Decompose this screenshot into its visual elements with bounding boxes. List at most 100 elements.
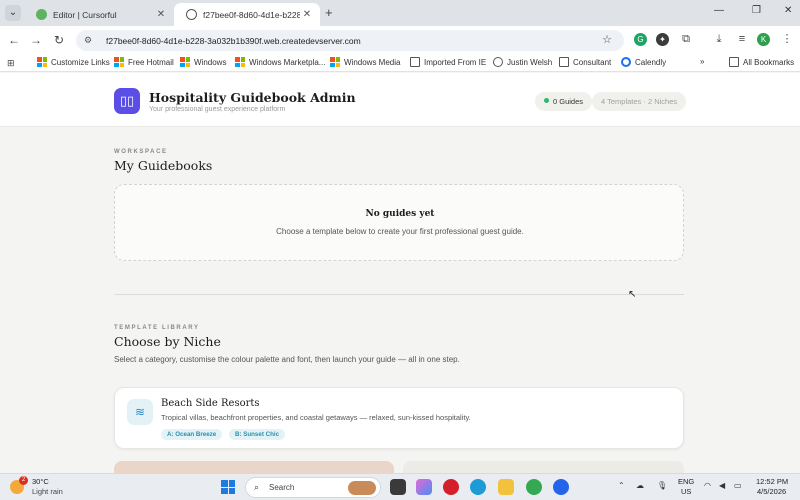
app-header: ▯▯ Hospitality Guidebook Admin Your prof… — [0, 73, 800, 127]
language-indicator-line1[interactable]: ENG — [678, 477, 694, 486]
windows-logo-icon — [180, 57, 190, 67]
niche-title: Beach Side Resorts — [161, 398, 260, 409]
globe-favicon-icon — [186, 9, 197, 20]
book-logo-icon: ▯▯ — [114, 88, 140, 114]
library-description: Select a category, customise the colour … — [114, 355, 460, 364]
battery-icon[interactable]: ▭ — [734, 481, 742, 490]
tab-title: f27bee0f-8d60-4d1e-b228-3a0 — [203, 9, 300, 20]
minimize-icon[interactable]: — — [714, 5, 724, 16]
bookmark-label: Justin Welsh — [507, 57, 553, 67]
downloads-icon[interactable]: ⤓ — [712, 33, 726, 46]
bookmark-windows-marketplace[interactable]: Windows Marketpla... — [235, 57, 325, 67]
bookmark-label: All Bookmarks — [743, 57, 795, 67]
bookmark-customize-links[interactable]: Customize Links — [37, 57, 110, 67]
bookmark-free-hotmail[interactable]: Free Hotmail — [114, 57, 174, 67]
cursorful-favicon-icon — [36, 9, 47, 20]
clock-date[interactable]: 4/5/2026 — [757, 487, 786, 496]
copilot-icon[interactable] — [416, 479, 432, 495]
empty-guides-state: No guides yet Choose a template below to… — [114, 184, 684, 261]
cursorful-extension-icon[interactable]: ✦ — [656, 33, 669, 46]
taskbar-search[interactable]: ⌕ Search — [245, 477, 381, 498]
bookmark-label: Windows Media — [344, 57, 401, 67]
browser-tab-strip: ⌄ Editor | Cursorful ✕ f27bee0f-8d60-4d1… — [0, 0, 800, 26]
templates-stats-badge: 4 Templates · 2 Niches — [592, 92, 687, 111]
grammarly-extension-icon[interactable]: G — [634, 33, 647, 46]
restore-icon[interactable]: ❐ — [752, 5, 761, 16]
show-hidden-icons-chevron-icon[interactable]: ⌃ — [618, 481, 625, 490]
browser-menu-icon[interactable]: ⋮ — [780, 33, 794, 46]
bookmark-label: Windows — [194, 57, 227, 67]
onedrive-cloud-icon[interactable]: ☁ — [636, 481, 644, 490]
volume-icon[interactable]: ◀ — [719, 481, 725, 490]
apps-grid-icon[interactable]: ⊞ — [7, 58, 15, 69]
calendly-icon — [621, 57, 631, 67]
guides-count-label: 0 Guides — [553, 97, 584, 106]
all-bookmarks[interactable]: All Bookmarks — [729, 57, 794, 67]
windows-logo-icon — [330, 57, 340, 67]
app-title: Hospitality Guidebook Admin — [149, 90, 356, 105]
bookmark-label: Free Hotmail — [128, 57, 174, 67]
variant-chip-sunset-chic[interactable]: B: Sunset Chic — [229, 429, 286, 440]
chrome-icon[interactable] — [526, 479, 542, 495]
weather-temperature[interactable]: 30°C — [32, 477, 49, 486]
tab-close-icon[interactable]: ✕ — [154, 9, 168, 20]
weather-condition[interactable]: Light rain — [32, 487, 63, 496]
opera-icon[interactable] — [443, 479, 459, 495]
tab-list-chevron-icon[interactable]: ⌄ — [5, 5, 21, 21]
variant-chip-ocean-breeze[interactable]: A: Ocean Breeze — [161, 429, 223, 440]
language-indicator-line2[interactable]: US — [681, 487, 691, 496]
zoom-icon[interactable] — [553, 479, 569, 495]
section-divider — [114, 294, 684, 295]
windows-taskbar: 2 30°C Light rain ⌕ Search ⌃ ☁ 🎙 ENG US … — [0, 473, 800, 500]
workspace-overline: WORKSPACE — [114, 149, 168, 155]
task-view-icon[interactable] — [390, 479, 406, 495]
bookmark-windows[interactable]: Windows — [180, 57, 226, 67]
edge-icon[interactable] — [470, 479, 486, 495]
niche-description: Tropical villas, beachfront properties, … — [161, 413, 471, 422]
choose-by-niche-heading: Choose by Niche — [114, 334, 221, 349]
bookmark-justin-welsh[interactable]: Justin Welsh — [493, 57, 552, 67]
media-controls-icon[interactable]: ≡ — [735, 33, 749, 46]
file-explorer-icon[interactable] — [498, 479, 514, 495]
mouse-cursor-icon: ↖ — [628, 289, 637, 300]
windows-logo-icon — [37, 57, 47, 67]
browser-toolbar: ← → ↻ ⚙ f27bee0f-8d60-4d1e-b228-3a032b1b… — [0, 26, 800, 54]
url-text: f27bee0f-8d60-4d1e-b228-3a032b1b390f.web… — [106, 35, 361, 46]
forward-arrow-icon[interactable]: → — [29, 33, 43, 47]
tab-editor-cursorful[interactable]: Editor | Cursorful ✕ — [24, 3, 174, 26]
bookmark-star-icon[interactable]: ☆ — [602, 33, 612, 46]
search-icon: ⌕ — [254, 482, 260, 492]
wave-icon: ≋ — [127, 399, 153, 425]
my-guidebooks-heading: My Guidebooks — [114, 158, 213, 173]
window-close-icon[interactable]: ✕ — [784, 5, 792, 16]
tab-close-icon[interactable]: ✕ — [300, 9, 314, 20]
bookmark-imported-from-ie[interactable]: Imported From IE — [410, 57, 486, 67]
empty-description: Choose a template below to create your f… — [276, 227, 524, 236]
search-highlight-image — [348, 481, 376, 495]
back-arrow-icon[interactable]: ← — [7, 33, 21, 47]
folder-icon — [559, 57, 569, 67]
bookmarks-overflow-icon[interactable]: » — [700, 57, 704, 66]
bookmark-label: Windows Marketpla... — [249, 57, 326, 67]
windows-logo-icon — [235, 57, 245, 67]
bookmark-consultant[interactable]: Consultant — [559, 57, 611, 67]
extensions-puzzle-icon[interactable]: ⧉ — [679, 33, 693, 46]
status-dot-icon — [544, 98, 549, 103]
tab-guidebook-admin[interactable]: f27bee0f-8d60-4d1e-b228-3a0 ✕ — [174, 3, 320, 26]
new-tab-plus-icon[interactable]: + — [325, 5, 333, 20]
template-thumbnail[interactable] — [114, 461, 394, 473]
site-info-icon[interactable]: ⚙ — [84, 35, 98, 46]
address-bar[interactable]: ⚙ f27bee0f-8d60-4d1e-b228-3a032b1b390f.w… — [76, 30, 624, 51]
search-label: Search — [269, 483, 295, 492]
bookmark-calendly[interactable]: Calendly — [621, 57, 666, 67]
niche-card-beach-side-resorts[interactable]: ≋ Beach Side Resorts Tropical villas, be… — [114, 387, 684, 449]
wifi-icon[interactable]: ◠ — [704, 481, 711, 490]
reload-icon[interactable]: ↻ — [52, 33, 66, 47]
guides-count-badge: 0 Guides — [535, 92, 593, 111]
template-thumbnail[interactable] — [403, 461, 684, 473]
bookmark-windows-media[interactable]: Windows Media — [330, 57, 400, 67]
profile-avatar[interactable]: K — [757, 33, 770, 46]
start-windows-icon[interactable] — [221, 480, 235, 494]
microphone-icon[interactable]: 🎙 — [657, 481, 667, 490]
clock-time[interactable]: 12:52 PM — [756, 477, 788, 486]
